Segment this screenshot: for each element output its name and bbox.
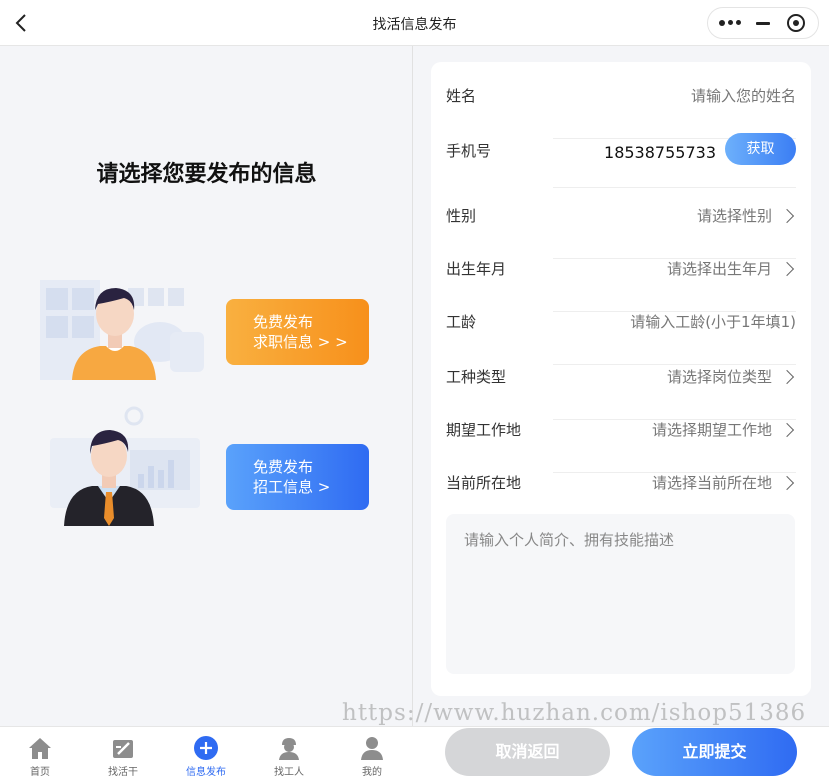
cancel-button[interactable]: 取消返回	[445, 728, 610, 776]
current-location-select[interactable]: 请选择当前所在地	[652, 473, 796, 493]
publish-type-panel: 请选择您要发布的信息 免费发布 求职信息 > > 免费发布 招工信息 >	[0, 46, 413, 726]
phone-value[interactable]: 18538755733	[604, 143, 716, 162]
chevron-right-icon	[779, 208, 795, 224]
get-phone-button[interactable]: 获取	[725, 133, 796, 165]
trade-label: 工种类型	[446, 368, 507, 386]
bottom-bar: 首页 找活干 信息发布 找工人 我的 取消返回 立即提交	[0, 726, 829, 780]
tab-find-worker[interactable]: 找工人	[259, 731, 319, 779]
submit-button[interactable]: 立即提交	[632, 728, 797, 776]
publish-job-seek-button[interactable]: 免费发布 求职信息 > >	[226, 299, 369, 365]
seniority-label: 工龄	[446, 313, 477, 331]
close-target-icon[interactable]	[782, 11, 810, 35]
chevron-right-icon	[779, 422, 795, 438]
chevron-right-icon	[779, 261, 795, 277]
tab-home[interactable]: 首页	[10, 731, 70, 779]
job-seek-card: 免费发布 求职信息 > >	[30, 252, 380, 380]
expected-location-select[interactable]: 请选择期望工作地	[652, 420, 796, 440]
plus-icon	[193, 735, 219, 761]
minimize-icon[interactable]	[749, 11, 777, 35]
chevron-right-icon	[779, 369, 795, 385]
seniority-input[interactable]: 请输入工龄(小于1年填1)	[630, 312, 796, 332]
phone-row: 手机号 18538755733 获取	[446, 133, 796, 188]
seniority-row[interactable]: 工龄 请输入工龄(小于1年填1)	[446, 312, 796, 365]
gender-select[interactable]: 请选择性别	[697, 206, 796, 226]
birth-row[interactable]: 出生年月 请选择出生年月	[446, 259, 796, 312]
top-nav-bar: 找活信息发布	[0, 0, 829, 46]
tab-find-work[interactable]: 找活干	[93, 731, 153, 779]
birth-label: 出生年月	[446, 260, 507, 278]
divider	[553, 187, 796, 188]
current-location-label: 当前所在地	[446, 474, 522, 492]
birth-select[interactable]: 请选择出生年月	[667, 259, 796, 279]
job-seeker-illustration	[30, 252, 210, 380]
current-location-row[interactable]: 当前所在地 请选择当前所在地	[446, 473, 796, 503]
home-icon	[27, 735, 53, 761]
find-work-icon	[110, 735, 136, 761]
expected-location-label: 期望工作地	[446, 421, 522, 439]
trade-select[interactable]: 请选择岗位类型	[667, 367, 796, 387]
trade-row[interactable]: 工种类型 请选择岗位类型	[446, 367, 796, 420]
name-input[interactable]: 请输入您的姓名	[691, 86, 796, 106]
name-label: 姓名	[446, 87, 477, 105]
divider	[553, 364, 796, 365]
worker-icon	[276, 735, 302, 761]
name-row[interactable]: 姓名 请输入您的姓名	[446, 86, 796, 139]
page-title: 找活信息发布	[372, 17, 457, 33]
chevron-right-icon	[779, 475, 795, 491]
phone-label: 手机号	[446, 142, 492, 160]
mini-program-capsule	[707, 7, 819, 39]
tab-publish[interactable]: 信息发布	[176, 731, 236, 779]
gender-label: 性别	[446, 207, 477, 225]
more-icon[interactable]	[716, 11, 744, 35]
user-icon	[359, 735, 385, 761]
hire-card: 免费发布 招工信息 >	[30, 398, 380, 526]
expected-location-row[interactable]: 期望工作地 请选择期望工作地	[446, 420, 796, 473]
intro-textarea[interactable]	[446, 514, 795, 674]
publish-hire-button[interactable]: 免费发布 招工信息 >	[226, 444, 369, 510]
job-seek-form: 姓名 请输入您的姓名 手机号 18538755733 获取 性别 请选择性别 出…	[431, 62, 811, 696]
tab-mine[interactable]: 我的	[342, 731, 402, 779]
employer-illustration	[30, 398, 210, 526]
publish-heading: 请选择您要发布的信息	[96, 162, 317, 187]
gender-row[interactable]: 性别 请选择性别	[446, 206, 796, 259]
